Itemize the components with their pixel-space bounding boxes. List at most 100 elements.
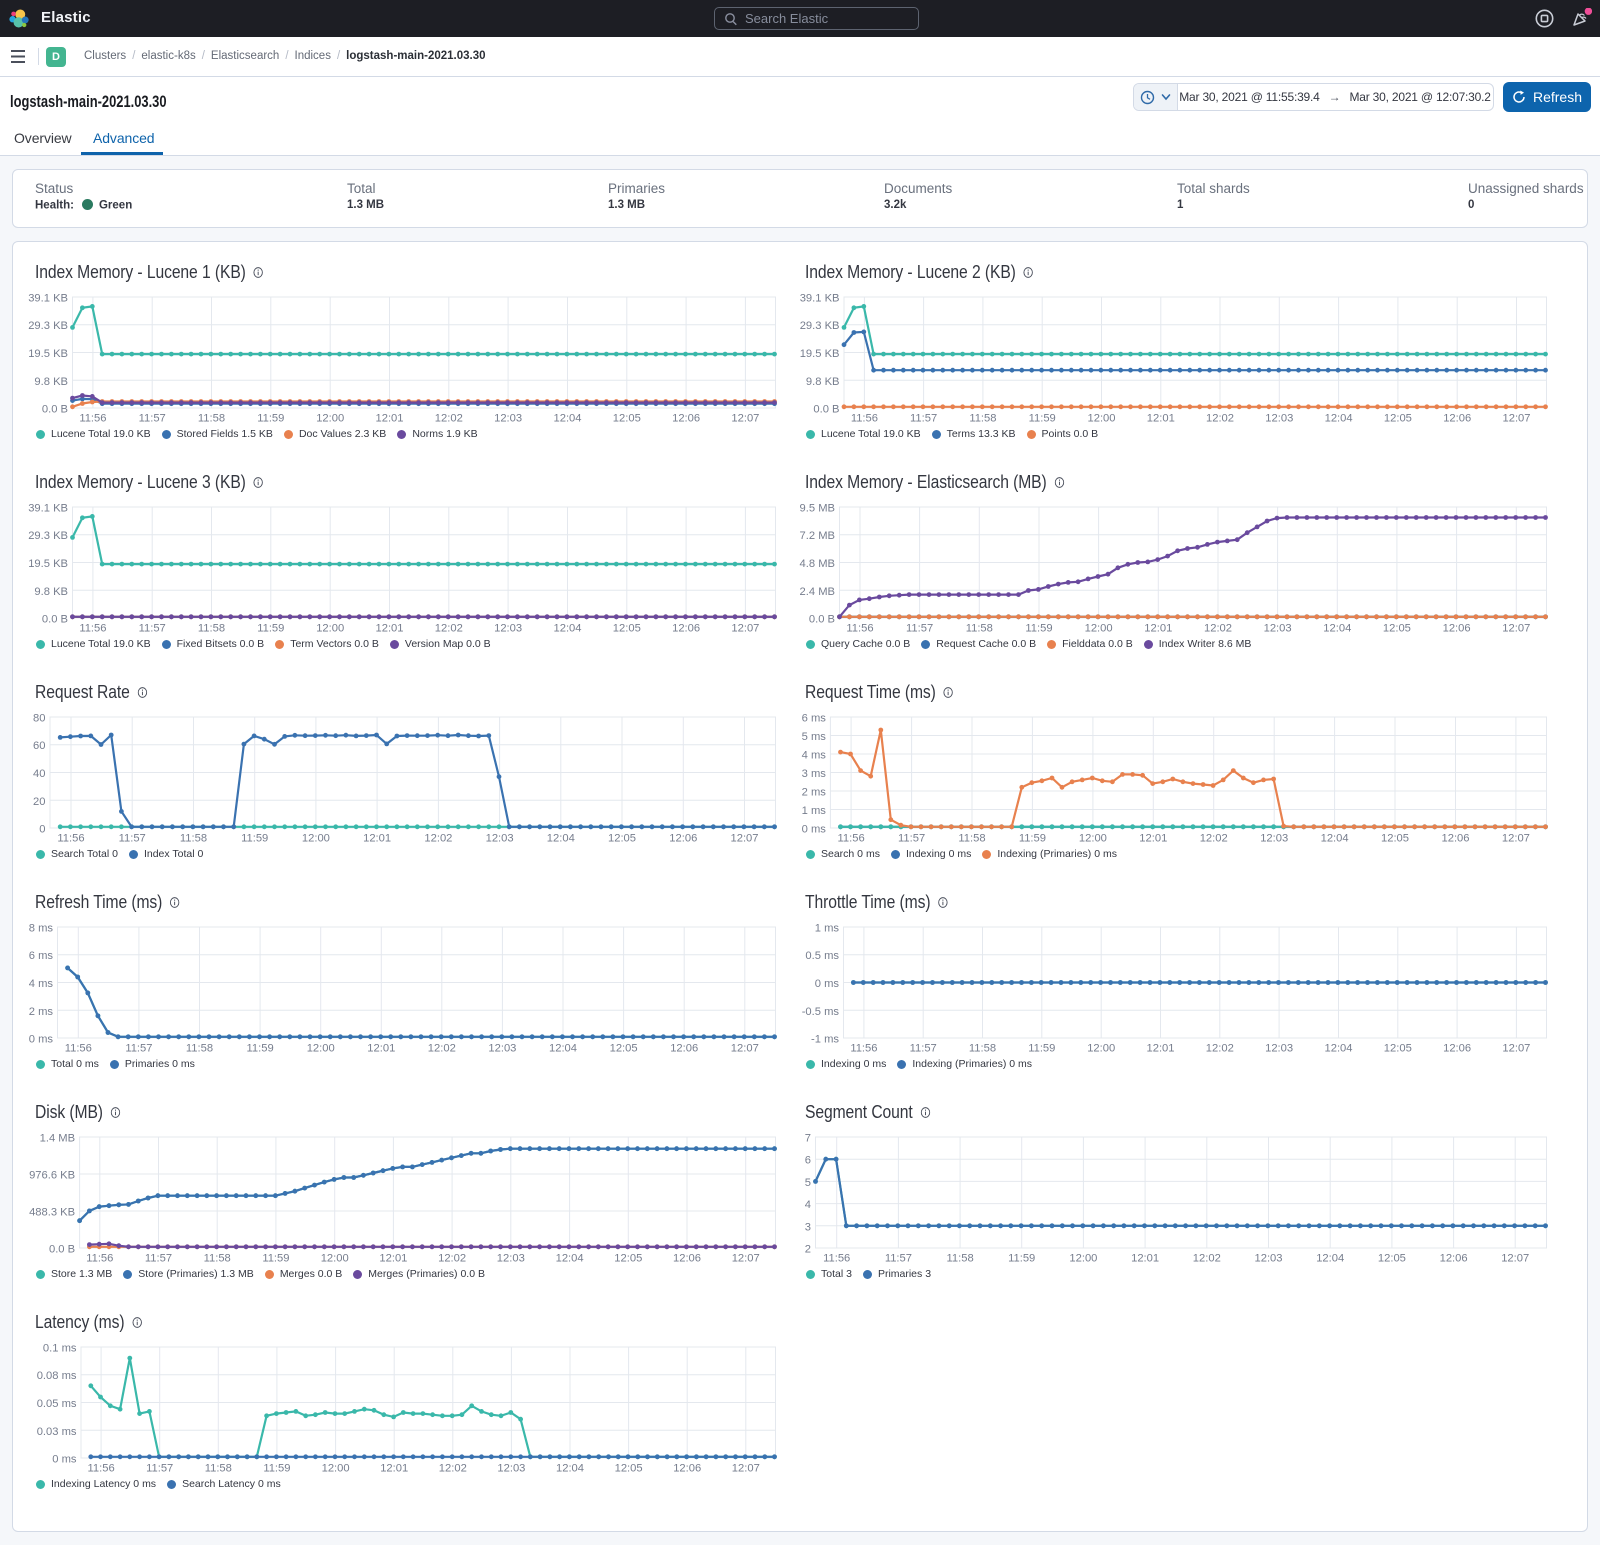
svg-text:12:07: 12:07: [731, 833, 759, 845]
svg-text:12:00: 12:00: [322, 1463, 350, 1475]
svg-text:11:59: 11:59: [262, 1253, 289, 1265]
svg-text:12:03: 12:03: [1260, 833, 1288, 845]
svg-text:7.2 MB: 7.2 MB: [800, 530, 835, 542]
svg-text:1 ms: 1 ms: [815, 923, 840, 935]
svg-text:11:56: 11:56: [823, 1253, 850, 1265]
svg-text:12:06: 12:06: [1443, 1043, 1471, 1055]
svg-text:1.4 MB: 1.4 MB: [40, 1133, 75, 1145]
svg-text:2 ms: 2 ms: [29, 1006, 54, 1018]
svg-text:12:07: 12:07: [731, 623, 759, 635]
svg-text:12:05: 12:05: [1381, 833, 1409, 845]
svg-text:12:00: 12:00: [1079, 833, 1107, 845]
svg-text:7: 7: [805, 1133, 811, 1145]
svg-text:12:01: 12:01: [1131, 1253, 1159, 1265]
svg-text:12:02: 12:02: [1200, 833, 1228, 845]
svg-text:12:04: 12:04: [1316, 1253, 1344, 1265]
svg-text:0 ms: 0 ms: [802, 824, 827, 836]
svg-text:6 ms: 6 ms: [802, 713, 827, 725]
svg-text:12:05: 12:05: [1378, 1253, 1406, 1265]
svg-text:12:04: 12:04: [1325, 413, 1353, 425]
svg-text:12:00: 12:00: [1085, 623, 1113, 635]
svg-text:12:01: 12:01: [376, 413, 404, 425]
svg-text:11:57: 11:57: [145, 1253, 172, 1265]
svg-text:12:06: 12:06: [1440, 1253, 1468, 1265]
svg-text:12:00: 12:00: [1088, 413, 1116, 425]
svg-text:12:06: 12:06: [673, 1463, 701, 1475]
svg-text:11:57: 11:57: [139, 413, 166, 425]
svg-text:6 ms: 6 ms: [29, 950, 54, 962]
svg-text:0.0 B: 0.0 B: [809, 614, 835, 626]
svg-text:11:56: 11:56: [86, 1253, 113, 1265]
svg-text:12:03: 12:03: [497, 1253, 525, 1265]
svg-text:11:57: 11:57: [885, 1253, 912, 1265]
svg-text:12:01: 12:01: [379, 1253, 407, 1265]
svg-text:12:02: 12:02: [1206, 1043, 1234, 1055]
svg-text:11:56: 11:56: [79, 623, 106, 635]
svg-text:19.5 KB: 19.5 KB: [28, 348, 68, 360]
svg-text:12:00: 12:00: [1069, 1253, 1097, 1265]
svg-text:0.03 ms: 0.03 ms: [37, 1426, 77, 1438]
svg-text:11:58: 11:58: [966, 623, 993, 635]
svg-text:12:00: 12:00: [302, 833, 330, 845]
svg-text:12:06: 12:06: [1443, 413, 1471, 425]
svg-text:11:59: 11:59: [1028, 1043, 1055, 1055]
svg-text:12:03: 12:03: [494, 623, 522, 635]
svg-text:0.0 B: 0.0 B: [813, 404, 839, 416]
svg-text:11:59: 11:59: [1008, 1253, 1035, 1265]
svg-text:11:59: 11:59: [241, 833, 268, 845]
svg-text:12:06: 12:06: [672, 413, 700, 425]
svg-text:11:59: 11:59: [257, 413, 284, 425]
svg-text:12:03: 12:03: [497, 1463, 525, 1475]
svg-text:12:02: 12:02: [428, 1043, 456, 1055]
svg-text:12:05: 12:05: [613, 623, 641, 635]
svg-text:3 ms: 3 ms: [802, 768, 827, 780]
svg-text:12:04: 12:04: [556, 1253, 584, 1265]
svg-text:11:57: 11:57: [906, 623, 933, 635]
svg-text:0 ms: 0 ms: [815, 978, 840, 990]
svg-text:12:03: 12:03: [1265, 413, 1293, 425]
svg-text:12:02: 12:02: [438, 1253, 466, 1265]
svg-text:11:57: 11:57: [898, 833, 925, 845]
svg-text:0.0 B: 0.0 B: [42, 614, 68, 626]
svg-text:12:01: 12:01: [363, 833, 391, 845]
svg-text:3: 3: [805, 1221, 811, 1233]
svg-text:11:59: 11:59: [247, 1043, 274, 1055]
svg-text:80: 80: [33, 713, 45, 725]
svg-text:-1 ms: -1 ms: [811, 1034, 839, 1046]
svg-text:4 ms: 4 ms: [29, 978, 54, 990]
svg-text:11:58: 11:58: [186, 1043, 213, 1055]
svg-text:11:59: 11:59: [257, 623, 284, 635]
svg-text:39.1 KB: 39.1 KB: [800, 293, 840, 305]
svg-text:12:02: 12:02: [1206, 413, 1234, 425]
svg-text:11:58: 11:58: [198, 623, 225, 635]
svg-text:11:56: 11:56: [79, 413, 106, 425]
svg-text:11:58: 11:58: [198, 413, 225, 425]
svg-text:12:02: 12:02: [1204, 623, 1232, 635]
svg-text:12:05: 12:05: [1384, 413, 1412, 425]
svg-text:12:02: 12:02: [439, 1463, 467, 1475]
svg-text:11:57: 11:57: [139, 623, 166, 635]
svg-text:12:02: 12:02: [435, 413, 463, 425]
svg-text:12:00: 12:00: [321, 1253, 349, 1265]
svg-text:11:57: 11:57: [146, 1463, 173, 1475]
svg-text:12:00: 12:00: [316, 623, 344, 635]
svg-text:11:59: 11:59: [1019, 833, 1046, 845]
svg-text:12:06: 12:06: [672, 623, 700, 635]
svg-text:19.5 KB: 19.5 KB: [28, 558, 68, 570]
svg-text:12:03: 12:03: [1264, 623, 1292, 635]
svg-text:12:03: 12:03: [488, 1043, 516, 1055]
svg-text:12:04: 12:04: [1323, 623, 1351, 635]
svg-text:0.0 B: 0.0 B: [42, 404, 68, 416]
svg-text:12:06: 12:06: [673, 1253, 701, 1265]
svg-text:12:07: 12:07: [1502, 833, 1530, 845]
svg-text:11:58: 11:58: [205, 1463, 232, 1475]
svg-text:0.0 B: 0.0 B: [49, 1244, 75, 1256]
svg-text:12:01: 12:01: [380, 1463, 408, 1475]
svg-text:12:01: 12:01: [1147, 1043, 1175, 1055]
svg-text:12:01: 12:01: [376, 623, 404, 635]
svg-text:12:07: 12:07: [1502, 623, 1530, 635]
svg-text:12:05: 12:05: [608, 833, 636, 845]
svg-text:12:03: 12:03: [494, 413, 522, 425]
svg-text:12:04: 12:04: [547, 833, 575, 845]
svg-text:12:05: 12:05: [1384, 1043, 1412, 1055]
